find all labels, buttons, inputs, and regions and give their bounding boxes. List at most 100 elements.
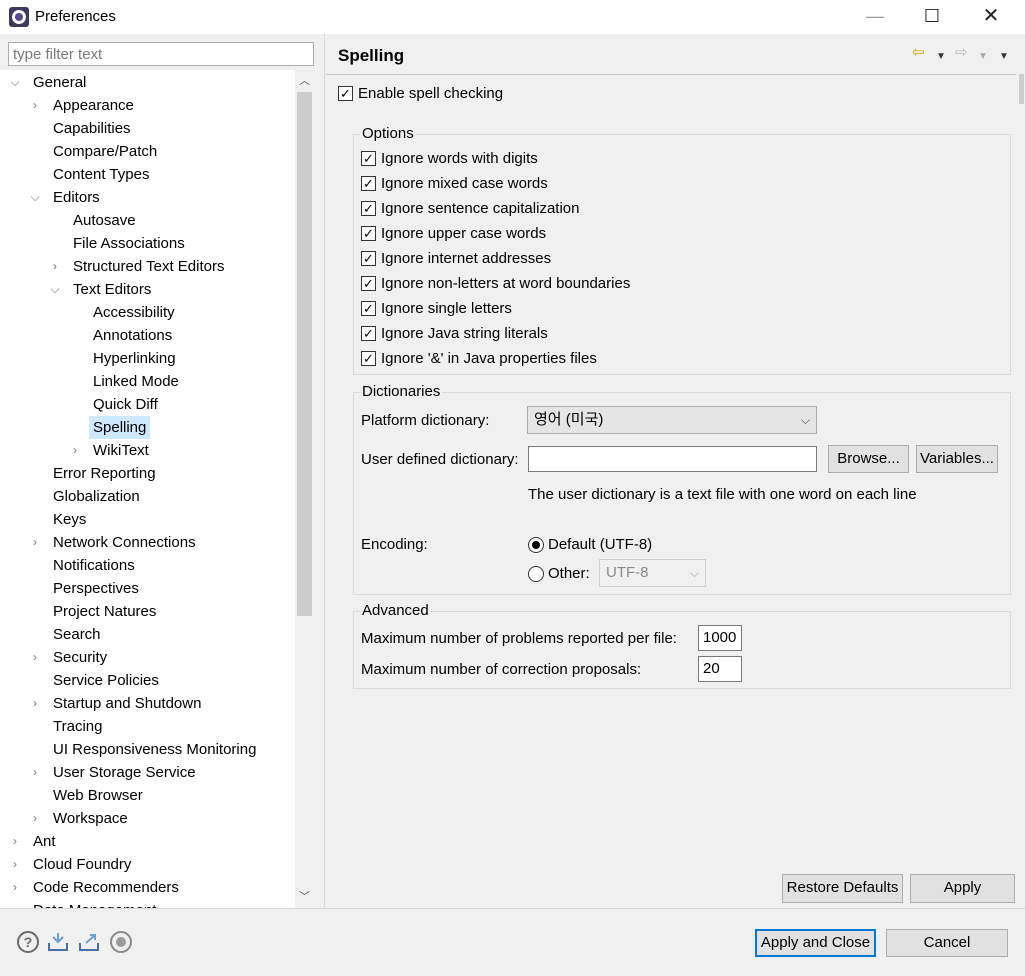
tree-item[interactable]: Text Editors bbox=[69, 278, 155, 301]
scroll-up-icon[interactable]: ︿ bbox=[295, 72, 314, 88]
option-checkbox[interactable]: ✓ bbox=[361, 201, 376, 216]
option-checkbox[interactable]: ✓ bbox=[361, 351, 376, 366]
scrollbar-thumb[interactable] bbox=[297, 92, 312, 616]
browse-button[interactable]: Browse... bbox=[828, 445, 909, 473]
expand-open-icon[interactable]: ⌵ bbox=[8, 71, 22, 94]
window-title: Preferences bbox=[35, 8, 116, 25]
max-problems-input[interactable]: 1000 bbox=[698, 625, 742, 651]
tree-item[interactable]: Autosave bbox=[69, 209, 140, 232]
restore-defaults-button[interactable]: Restore Defaults bbox=[782, 874, 903, 903]
tree-item[interactable]: Tracing bbox=[49, 715, 106, 738]
tree-item[interactable]: Annotations bbox=[89, 324, 176, 347]
tree-item[interactable]: Hyperlinking bbox=[89, 347, 180, 370]
tree-item[interactable]: Editors bbox=[49, 186, 104, 209]
expand-closed-icon[interactable]: › bbox=[68, 439, 82, 462]
max-corrections-input[interactable]: 20 bbox=[698, 656, 742, 682]
option-checkbox[interactable]: ✓ bbox=[361, 151, 376, 166]
encoding-other-label: Other: bbox=[548, 565, 590, 582]
expand-closed-icon[interactable]: › bbox=[28, 761, 42, 784]
variables-button[interactable]: Variables... bbox=[916, 445, 998, 473]
expand-open-icon[interactable]: ⌵ bbox=[28, 186, 42, 209]
tree-item[interactable]: Cloud Foundry bbox=[29, 853, 135, 876]
tree-item[interactable]: UI Responsiveness Monitoring bbox=[49, 738, 260, 761]
tree-item[interactable]: File Associations bbox=[69, 232, 189, 255]
help-icon[interactable]: ? bbox=[17, 931, 39, 953]
expand-closed-icon[interactable]: › bbox=[8, 853, 22, 876]
tree-item[interactable]: Appearance bbox=[49, 94, 138, 117]
enable-spell-label: Enable spell checking bbox=[358, 85, 504, 102]
expand-closed-icon[interactable]: › bbox=[8, 830, 22, 853]
encoding-default-radio[interactable] bbox=[528, 537, 544, 553]
tree-item[interactable]: Spelling bbox=[89, 416, 151, 439]
option-checkbox[interactable]: ✓ bbox=[361, 301, 376, 316]
tree-item[interactable]: Security bbox=[49, 646, 111, 669]
option-checkbox[interactable]: ✓ bbox=[361, 251, 376, 266]
expand-closed-icon[interactable]: › bbox=[28, 531, 42, 554]
expand-open-icon[interactable]: ⌵ bbox=[48, 278, 62, 301]
tree-item[interactable]: Code Recommenders bbox=[29, 876, 183, 899]
expand-closed-icon[interactable]: › bbox=[28, 646, 42, 669]
minimize-button[interactable]: — bbox=[852, 0, 898, 34]
tree-item[interactable]: Network Connections bbox=[49, 531, 200, 554]
cancel-button[interactable]: Cancel bbox=[886, 929, 1008, 957]
tree-item[interactable]: General bbox=[29, 71, 90, 94]
platform-dictionary-select[interactable]: 영어 (미국) ⌵ bbox=[527, 406, 817, 434]
back-arrow-icon[interactable]: ⇦ bbox=[912, 43, 925, 63]
view-menu-icon[interactable]: ▼ bbox=[999, 47, 1009, 67]
tree-item[interactable]: Service Policies bbox=[49, 669, 163, 692]
tree-item[interactable]: Startup and Shutdown bbox=[49, 692, 205, 715]
tree-item[interactable]: Project Natures bbox=[49, 600, 160, 623]
expand-closed-icon[interactable]: › bbox=[28, 807, 42, 830]
page-scrollbar[interactable] bbox=[1018, 34, 1025, 908]
tree-item[interactable]: Search bbox=[49, 623, 105, 646]
forward-arrow-icon[interactable]: ⇨ bbox=[955, 43, 968, 63]
tree-item[interactable]: Data Management bbox=[29, 899, 160, 908]
record-icon[interactable] bbox=[110, 931, 132, 953]
option-label: Ignore non-letters at word boundaries bbox=[381, 275, 631, 292]
tree-item[interactable]: User Storage Service bbox=[49, 761, 200, 784]
expand-closed-icon[interactable]: › bbox=[8, 876, 22, 899]
option-label: Ignore sentence capitalization bbox=[381, 200, 580, 217]
option-checkbox[interactable]: ✓ bbox=[361, 226, 376, 241]
user-dictionary-input[interactable] bbox=[528, 446, 817, 472]
apply-button[interactable]: Apply bbox=[910, 874, 1015, 903]
option-checkbox[interactable]: ✓ bbox=[361, 326, 376, 341]
tree-item[interactable]: Content Types bbox=[49, 163, 153, 186]
tree-item[interactable]: Workspace bbox=[49, 807, 132, 830]
forward-menu-icon[interactable]: ▼ bbox=[978, 47, 988, 67]
tree-item[interactable]: Quick Diff bbox=[89, 393, 162, 416]
encoding-other-select[interactable]: UTF-8 ⌵ bbox=[599, 559, 706, 587]
tree-item[interactable]: Keys bbox=[49, 508, 90, 531]
tree-item[interactable]: Linked Mode bbox=[89, 370, 183, 393]
expand-closed-icon[interactable]: › bbox=[48, 255, 62, 278]
encoding-other-radio[interactable] bbox=[528, 566, 544, 582]
tree-item[interactable]: Web Browser bbox=[49, 784, 147, 807]
tree-item[interactable]: Ant bbox=[29, 830, 60, 853]
platform-dictionary-label: Platform dictionary: bbox=[361, 412, 490, 429]
expand-closed-icon[interactable]: › bbox=[28, 692, 42, 715]
tree-scrollbar[interactable]: ︿ ﹀ bbox=[295, 70, 314, 908]
filter-input[interactable] bbox=[8, 42, 314, 66]
tree-item[interactable]: Globalization bbox=[49, 485, 144, 508]
tree-item[interactable]: Perspectives bbox=[49, 577, 143, 600]
tree-item[interactable]: Notifications bbox=[49, 554, 139, 577]
export-icon[interactable] bbox=[78, 931, 100, 953]
tree-item[interactable]: Accessibility bbox=[89, 301, 179, 324]
tree-item[interactable]: Structured Text Editors bbox=[69, 255, 228, 278]
back-menu-icon[interactable]: ▼ bbox=[936, 47, 946, 67]
apply-and-close-button[interactable]: Apply and Close bbox=[755, 929, 876, 957]
tree-item[interactable]: Error Reporting bbox=[49, 462, 160, 485]
close-button[interactable]: ✕ bbox=[968, 0, 1014, 34]
import-icon[interactable] bbox=[47, 931, 69, 953]
expand-closed-icon[interactable]: › bbox=[8, 899, 22, 908]
pane-divider[interactable] bbox=[324, 34, 325, 908]
tree-item[interactable]: WikiText bbox=[89, 439, 153, 462]
enable-spell-checkbox[interactable]: ✓ bbox=[338, 86, 353, 101]
tree-item[interactable]: Capabilities bbox=[49, 117, 135, 140]
maximize-button[interactable]: ☐ bbox=[909, 0, 955, 34]
option-checkbox[interactable]: ✓ bbox=[361, 276, 376, 291]
scroll-down-icon[interactable]: ﹀ bbox=[295, 888, 314, 904]
tree-item[interactable]: Compare/Patch bbox=[49, 140, 161, 163]
expand-closed-icon[interactable]: › bbox=[28, 94, 42, 117]
option-checkbox[interactable]: ✓ bbox=[361, 176, 376, 191]
